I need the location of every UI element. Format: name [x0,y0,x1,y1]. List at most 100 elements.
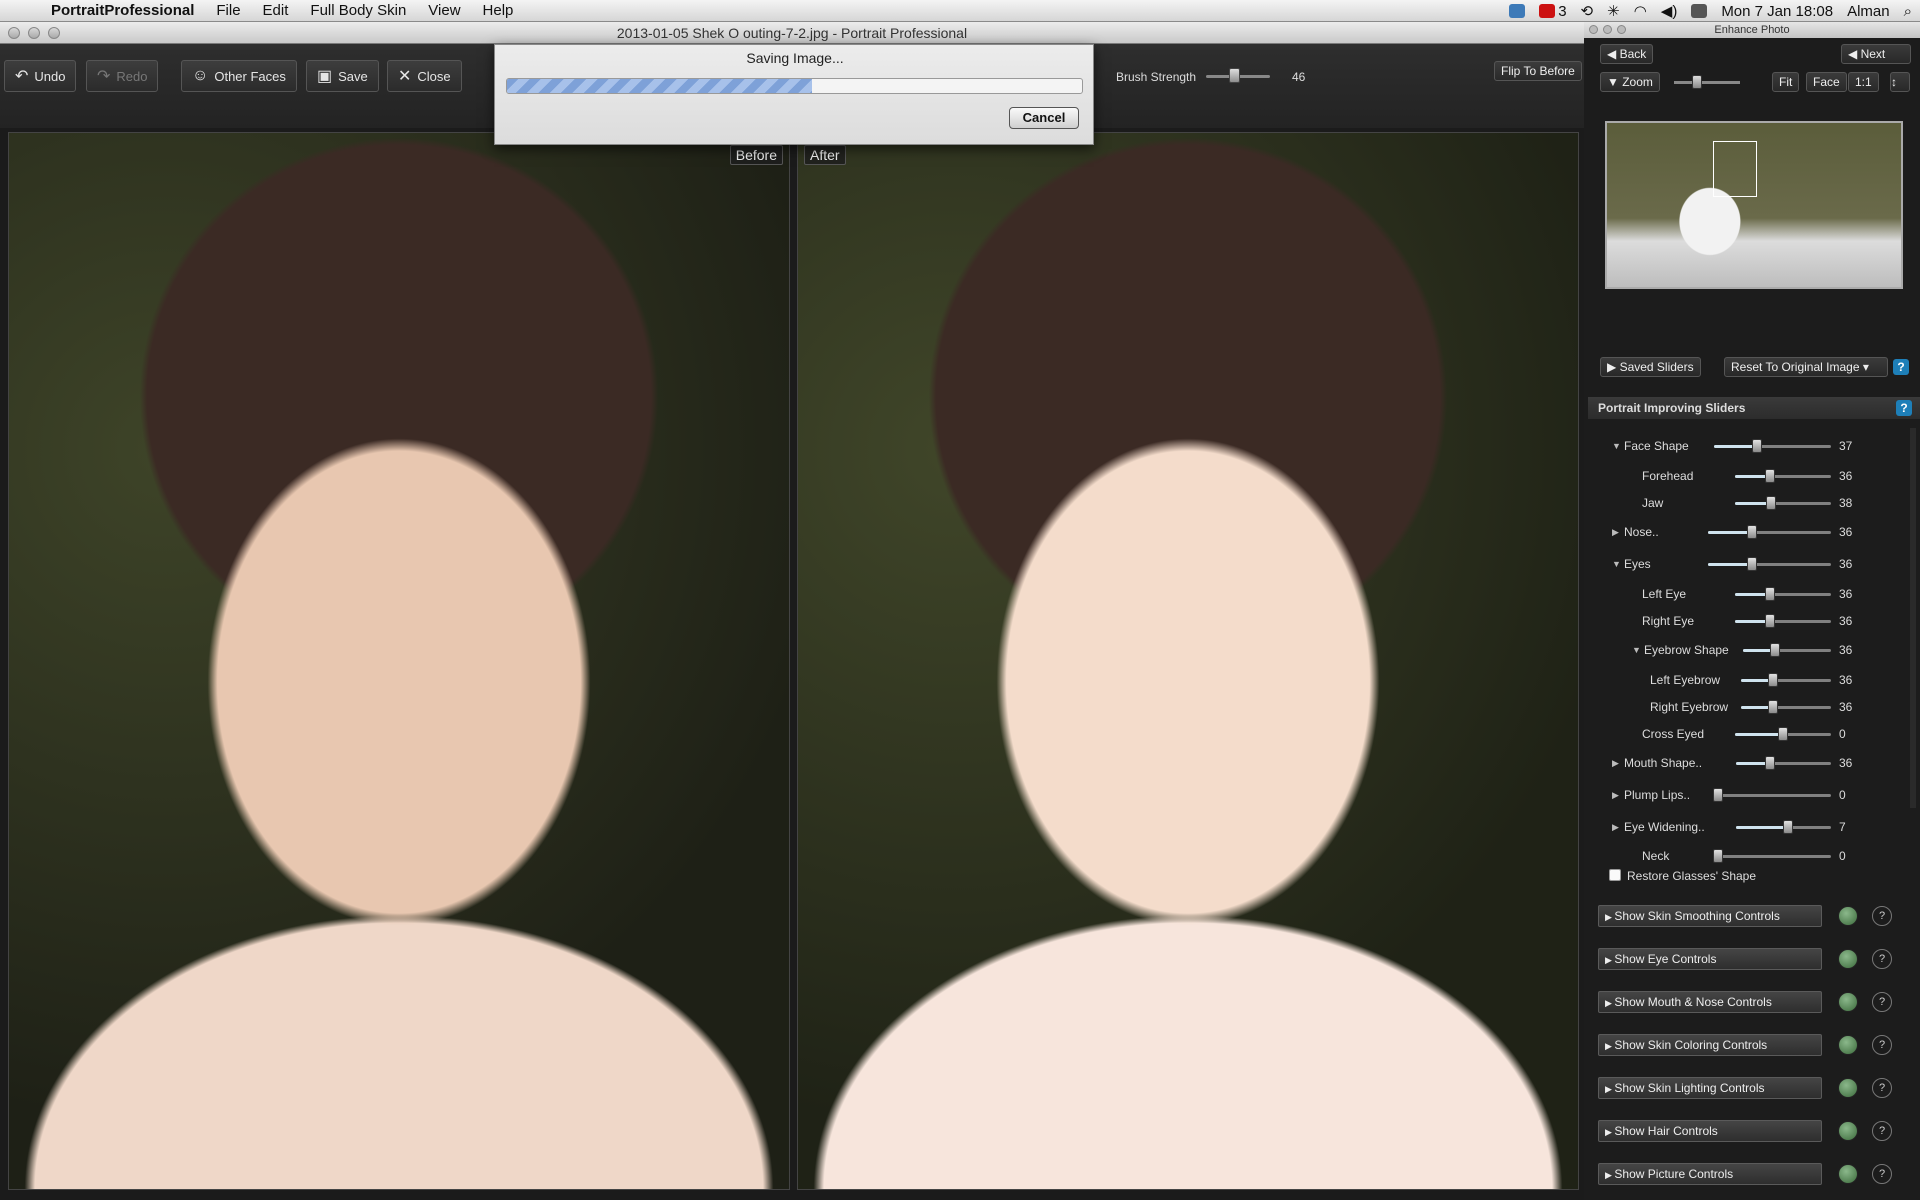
clock[interactable]: Mon 7 Jan 18:08 [1721,3,1833,20]
slider-track[interactable] [1735,614,1831,628]
navigator-thumbnail[interactable] [1605,121,1903,289]
show-controls-button[interactable]: ▶ Show Mouth & Nose Controls [1598,991,1822,1013]
slider-track[interactable] [1735,587,1831,601]
after-photo[interactable]: After [797,132,1579,1190]
slider-handle[interactable] [1713,788,1723,802]
section-help-icon[interactable]: ? [1872,1035,1892,1055]
menu-view[interactable]: View [417,2,471,19]
slider-handle[interactable] [1765,756,1776,770]
slider-handle[interactable] [1764,587,1775,601]
section-help-icon[interactable]: ? [1872,949,1892,969]
slider-handle[interactable] [1769,643,1780,657]
slider-track[interactable] [1714,439,1831,453]
show-controls-button[interactable]: ▶ Show Picture Controls [1598,1163,1822,1185]
dropbox-icon[interactable] [1509,4,1526,18]
menu-app[interactable]: PortraitProfessional [40,2,205,19]
menu-help[interactable]: Help [472,2,525,19]
time-machine-icon[interactable]: ⟲ [1581,2,1594,20]
expand-triangle-icon[interactable]: ▶ [1612,822,1624,833]
battery-icon[interactable] [1691,4,1708,18]
undo-button[interactable]: ↶ Undo [4,60,77,92]
slider-handle[interactable] [1768,673,1779,687]
panel-close-icon[interactable] [1589,25,1598,34]
section-help-icon[interactable]: ? [1872,1164,1892,1184]
minimize-window-icon[interactable] [28,27,40,39]
collapse-triangle-icon[interactable]: ▼ [1612,441,1624,451]
enable-toggle-icon[interactable] [1838,1164,1858,1184]
slider-track[interactable] [1735,727,1831,741]
slider-track[interactable] [1743,643,1831,657]
slider-track[interactable] [1741,673,1831,687]
slider-handle[interactable] [1713,849,1723,863]
show-controls-button[interactable]: ▶ Show Skin Lighting Controls [1598,1077,1822,1099]
sliders-help-icon[interactable]: ? [1896,400,1912,416]
face-button[interactable]: Face [1806,72,1847,92]
slider-track[interactable] [1708,525,1831,539]
back-button[interactable]: ◀ Back [1600,44,1654,64]
expand-triangle-icon[interactable]: ▶ [1612,527,1624,538]
panel-minimize-icon[interactable] [1603,25,1612,34]
zoom-handle[interactable] [1692,75,1702,89]
other-faces-button[interactable]: ☺ Other Faces [181,60,297,92]
section-help-icon[interactable]: ? [1872,906,1892,926]
navigator-viewbox[interactable] [1713,141,1757,197]
enable-toggle-icon[interactable] [1838,992,1858,1012]
collapse-triangle-icon[interactable]: ▼ [1612,559,1624,569]
close-window-icon[interactable] [8,27,20,39]
saved-sliders-button[interactable]: ▶ Saved Sliders [1600,357,1701,377]
slider-handle[interactable] [1783,820,1794,834]
panel-zoom-icon[interactable] [1617,25,1626,34]
before-photo[interactable]: Before [8,132,790,1190]
section-help-icon[interactable]: ? [1872,1121,1892,1141]
enable-toggle-icon[interactable] [1838,949,1858,969]
zoom-window-icon[interactable] [48,27,60,39]
slider-handle[interactable] [1747,525,1758,539]
sliders-scrollbar[interactable] [1910,428,1916,808]
spotlight-icon[interactable]: ⌕ [1904,3,1912,20]
menu-edit[interactable]: Edit [252,2,300,19]
show-controls-button[interactable]: ▶ Show Skin Coloring Controls [1598,1034,1822,1056]
zoom-button[interactable]: ▼ Zoom [1600,72,1660,92]
one-to-one-button[interactable]: 1:1 [1848,72,1879,92]
brush-strength-handle[interactable] [1229,68,1240,83]
collapse-triangle-icon[interactable]: ▼ [1632,645,1644,655]
save-button[interactable]: ▣ Save [306,60,379,92]
cancel-button[interactable]: Cancel [1009,107,1079,129]
flip-to-before-button[interactable]: Flip To Before [1494,61,1582,81]
reset-help-icon[interactable]: ? [1893,359,1909,375]
expand-triangle-icon[interactable]: ▶ [1612,790,1624,801]
close-button[interactable]: ✕ Close [387,60,462,92]
redo-button[interactable]: ↷ Redo [86,60,159,92]
expand-triangle-icon[interactable]: ▶ [1612,758,1624,769]
slider-track[interactable] [1736,756,1831,770]
slider-handle[interactable] [1778,727,1788,741]
slider-handle[interactable] [1764,469,1775,483]
fit-button[interactable]: Fit [1772,72,1800,92]
show-controls-button[interactable]: ▶ Show Eye Controls [1598,948,1822,970]
enable-toggle-icon[interactable] [1838,1078,1858,1098]
show-controls-button[interactable]: ▶ Show Hair Controls [1598,1120,1822,1142]
slider-track[interactable] [1713,849,1831,863]
slider-track[interactable] [1708,557,1831,571]
wifi-icon[interactable]: ◠ [1634,2,1647,20]
enable-toggle-icon[interactable] [1838,1121,1858,1141]
bluetooth-icon[interactable]: ✳ [1607,2,1620,20]
enable-toggle-icon[interactable] [1838,906,1858,926]
slider-handle[interactable] [1764,614,1775,628]
zoom-spinner[interactable]: ↕ [1890,72,1910,92]
slider-handle[interactable] [1752,439,1763,453]
slider-track[interactable] [1713,788,1831,802]
enable-toggle-icon[interactable] [1838,1035,1858,1055]
volume-icon[interactable]: ◀) [1661,2,1678,20]
next-button[interactable]: ◀ Next [1841,44,1911,64]
section-help-icon[interactable]: ? [1872,992,1892,1012]
menu-full-body-skin[interactable]: Full Body Skin [299,2,417,19]
slider-handle[interactable] [1768,700,1779,714]
reset-dropdown[interactable]: Reset To Original Image ▾ [1724,357,1888,377]
user-name[interactable]: Alman [1847,3,1890,20]
menu-file[interactable]: File [205,2,251,19]
slider-handle[interactable] [1747,557,1758,571]
adobe-status[interactable]: 3 [1539,3,1567,20]
slider-track[interactable] [1735,496,1831,510]
section-help-icon[interactable]: ? [1872,1078,1892,1098]
